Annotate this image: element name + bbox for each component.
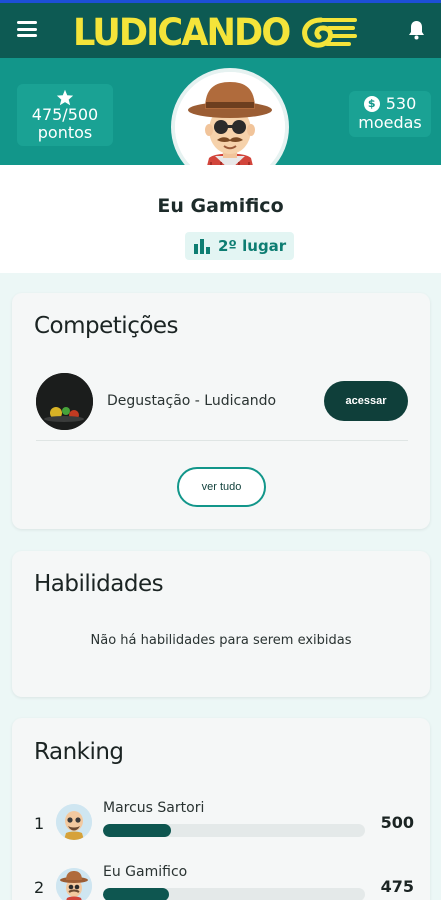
bell-icon[interactable] xyxy=(408,20,425,40)
hamburger-menu-icon[interactable] xyxy=(17,21,37,37)
points-value: 475/500 xyxy=(31,105,99,124)
star-icon xyxy=(56,89,74,106)
see-all-button[interactable]: ver tudo xyxy=(177,467,266,507)
ranking-row[interactable]: 1 Marcus Sartori 500 xyxy=(34,800,414,846)
competitions-title: Competições xyxy=(34,313,179,339)
user-avatar xyxy=(56,868,92,900)
skills-card: Habilidades Não há habilidades para sere… xyxy=(12,551,430,697)
user-avatar xyxy=(56,804,92,840)
rank-points: 475 xyxy=(380,877,414,896)
competition-name[interactable]: Degustação - Ludicando xyxy=(107,393,276,409)
competition-thumbnail[interactable] xyxy=(36,373,93,430)
competition-item: Degustação - Ludicando acessar xyxy=(36,373,408,441)
profile-name: Eu Gamifico xyxy=(157,195,284,217)
rank-points: 500 xyxy=(380,813,414,832)
ranking-card: Ranking 1 Marcus Sartori 500 2 Eu Gamifi… xyxy=(12,718,430,900)
rank-progress-fill xyxy=(103,824,172,837)
rank-label: 2º lugar xyxy=(218,237,287,255)
logo-text: LUDICANDO xyxy=(73,10,291,54)
skills-empty-message: Não há habilidades para serem exibidas xyxy=(90,633,352,648)
coins-label: moedas xyxy=(358,113,422,132)
ranking-row[interactable]: 2 Eu Gamifico 475 xyxy=(34,864,414,900)
rank-progress-track xyxy=(103,824,365,837)
skills-title: Habilidades xyxy=(34,571,164,597)
coins-value: 530 xyxy=(385,94,417,113)
rank-user-name: Eu Gamifico xyxy=(103,864,188,880)
coin-icon: $ xyxy=(363,96,380,112)
rank-progress-fill xyxy=(103,888,169,900)
points-stat: 475/500 pontos xyxy=(17,84,113,146)
top-app-bar: LUDICANDO xyxy=(0,0,441,58)
bald-man-avatar-icon xyxy=(56,804,92,840)
rank-position: 1 xyxy=(34,814,45,833)
rank-badge[interactable]: 2º lugar xyxy=(185,232,295,260)
rank-position: 2 xyxy=(34,878,45,897)
dessert-image-icon xyxy=(36,373,93,430)
coins-stat: $ 530 moedas xyxy=(349,91,431,137)
rank-progress-track xyxy=(103,888,365,900)
points-label: pontos xyxy=(37,123,93,142)
cowboy-avatar-icon xyxy=(56,868,92,900)
logo-swirl-icon xyxy=(301,17,357,48)
bar-chart-icon xyxy=(194,239,210,254)
acessar-button[interactable]: acessar xyxy=(324,381,408,421)
competitions-card: Competições Degustação - Ludicando acess… xyxy=(12,293,430,529)
ranking-title: Ranking xyxy=(34,739,124,765)
rank-user-name: Marcus Sartori xyxy=(103,800,205,816)
ludicando-logo[interactable]: LUDICANDO xyxy=(73,9,357,55)
